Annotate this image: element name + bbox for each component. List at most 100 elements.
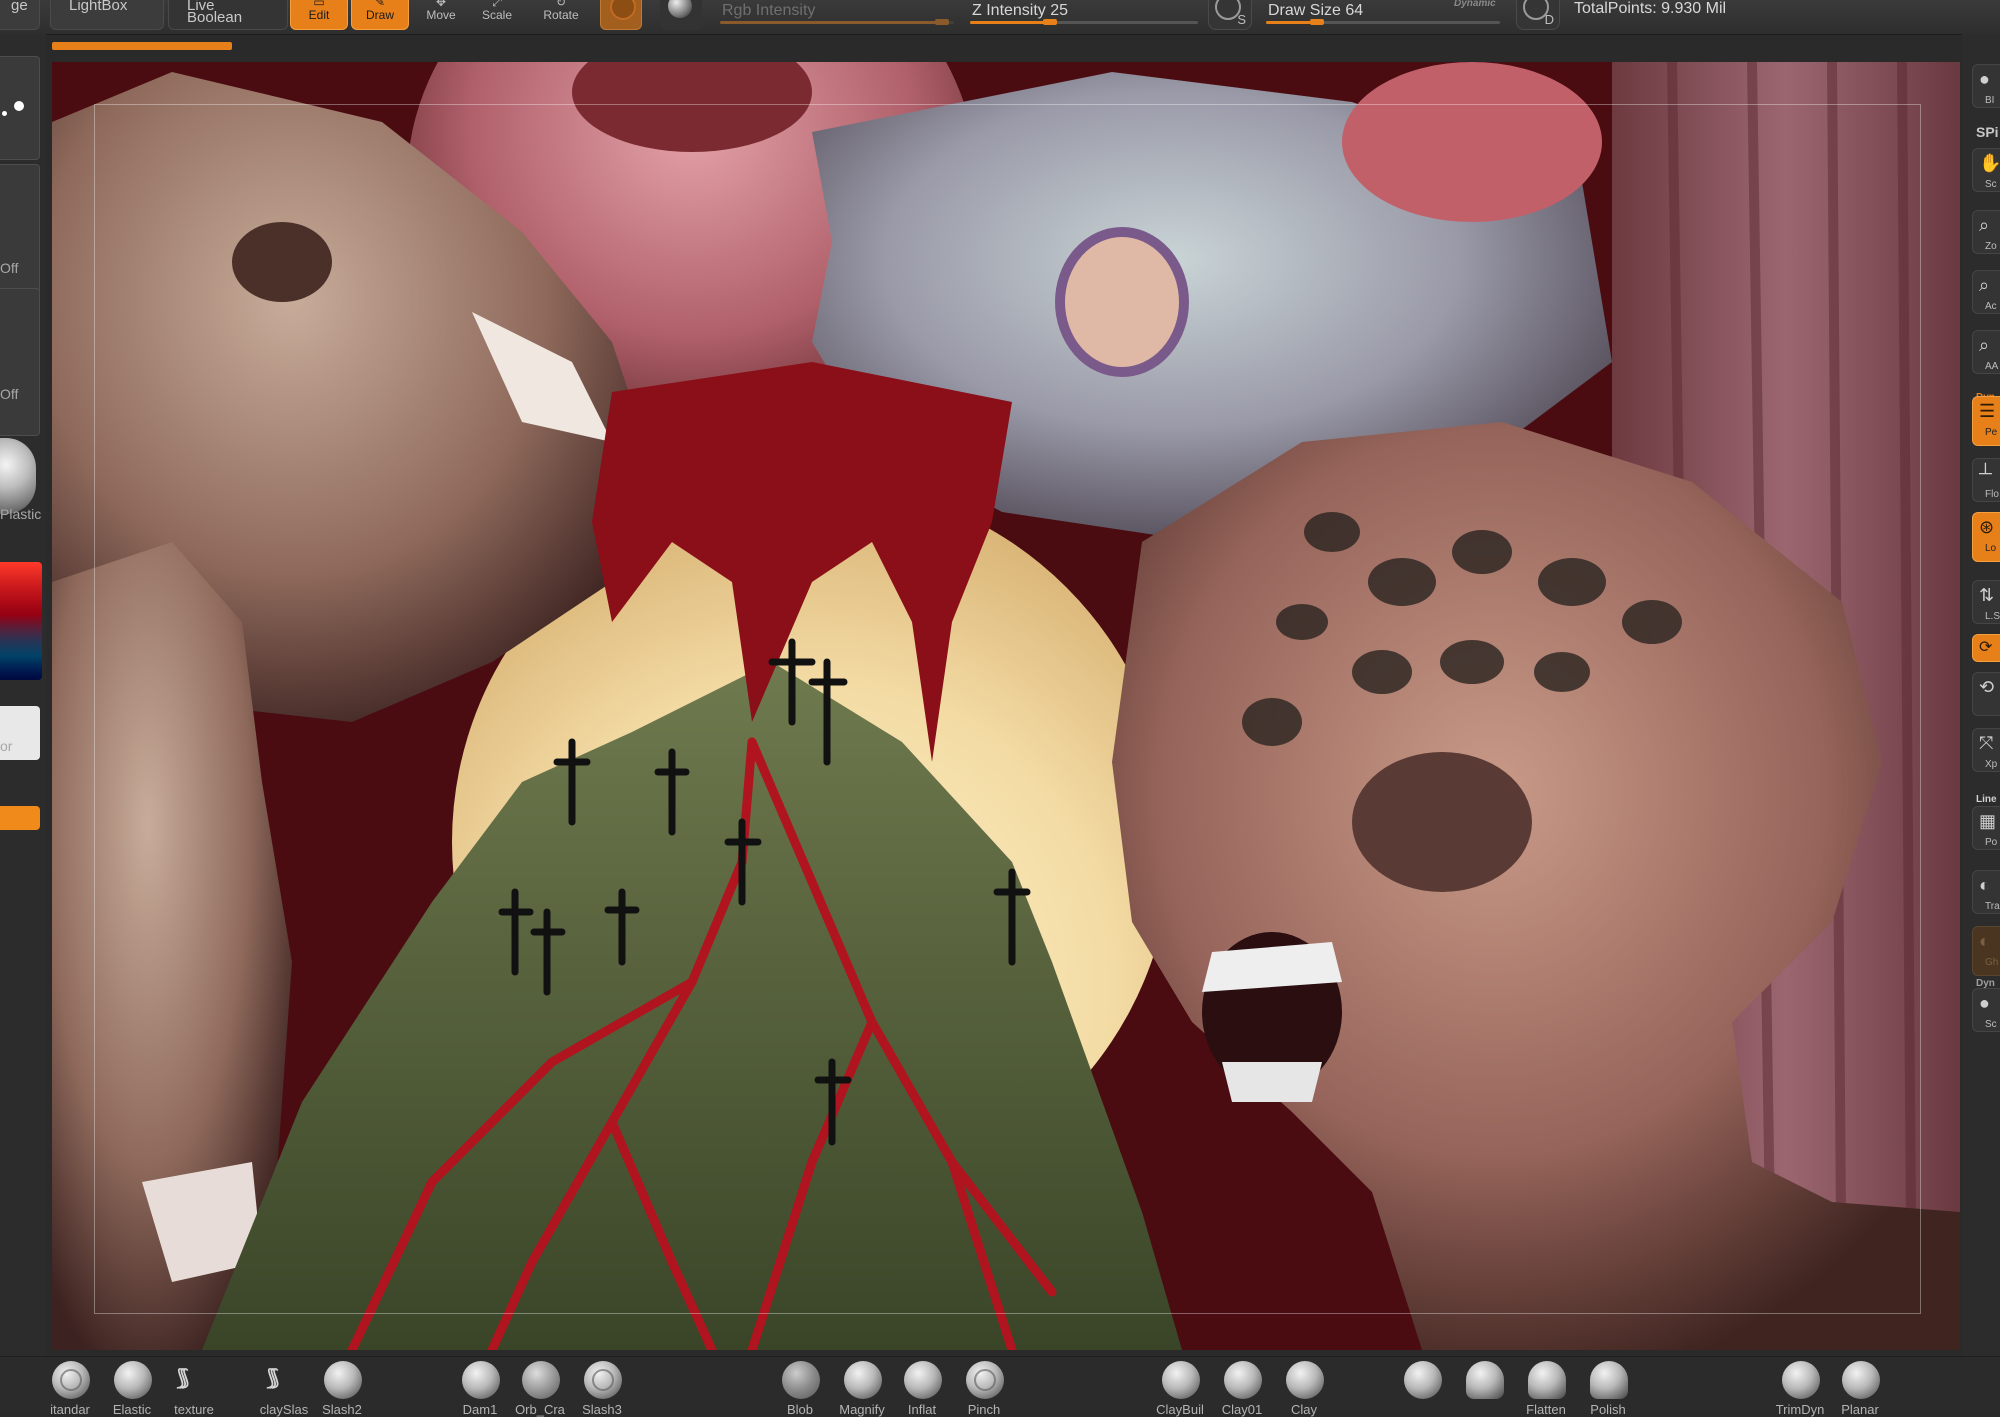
rgb-intensity-track bbox=[720, 19, 954, 25]
bpr-button[interactable]: ● BI bbox=[1972, 64, 2000, 108]
brush-inflate[interactable]: Inflat bbox=[892, 1361, 952, 1417]
brush-pinch[interactable]: Pinch bbox=[954, 1361, 1014, 1417]
transp-button[interactable]: ◐ Tra bbox=[1972, 870, 2000, 914]
floor-icon: ┴ bbox=[1979, 463, 1992, 483]
lsym-button[interactable]: ⇅ L.S bbox=[1972, 580, 2000, 624]
brush-orb-cracks[interactable]: Orb_Cra bbox=[510, 1361, 570, 1417]
hand-icon: ✋ bbox=[1979, 153, 2000, 173]
elastic-brush-icon bbox=[114, 1361, 152, 1399]
material-sphere-icon[interactable] bbox=[0, 438, 36, 514]
persp-icon: ☰ bbox=[1979, 401, 1996, 421]
brush-slash3[interactable]: Slash3 bbox=[572, 1361, 632, 1417]
pinch-brush-icon bbox=[966, 1361, 1004, 1399]
right-tray: ●BI SPi ✋Sc ⌕Zo ⌕Ac ⌕AA Dyn ☰Pe ┴Flo ⊛Lo… bbox=[1962, 34, 2000, 1374]
brush-label: Orb_Cra bbox=[515, 1402, 565, 1417]
brush-label: Inflat bbox=[907, 1402, 937, 1417]
brush-magnify[interactable]: Magnify bbox=[832, 1361, 892, 1417]
material-label: Plastic bbox=[0, 506, 42, 522]
brush-alpha-button[interactable] bbox=[0, 56, 40, 160]
brush-texture[interactable]: texture bbox=[164, 1361, 224, 1417]
xpose-button[interactable]: ⤧ Xp bbox=[1972, 728, 2000, 772]
zoom-icon: ⌕ bbox=[1979, 215, 1990, 235]
progress-bar bbox=[52, 42, 232, 50]
lightbox-button[interactable]: LightBox bbox=[50, 0, 164, 30]
local-button[interactable]: ⊛ Lo bbox=[1972, 512, 2000, 562]
left-cut-label: ge bbox=[11, 0, 28, 14]
z-intensity-label: Z Intensity 25 bbox=[972, 2, 1069, 19]
aahalf-icon: ⌕ bbox=[1979, 335, 1990, 355]
dam1-brush-icon bbox=[462, 1361, 500, 1399]
brush-trimdynamic[interactable]: TrimDyn bbox=[1770, 1361, 1830, 1417]
top-shelf: ge LightBox Live Boolean ▭ Edit ✎ Draw ✥… bbox=[0, 0, 2000, 35]
spin-button[interactable]: ⟲ bbox=[1972, 672, 2000, 716]
color-picker[interactable] bbox=[0, 562, 42, 680]
standard-brush-icon bbox=[52, 1361, 90, 1399]
d-focal-key: D bbox=[1544, 12, 1554, 27]
brush-clay01[interactable]: Clay01 bbox=[1212, 1361, 1272, 1417]
flat-brush-icon bbox=[1466, 1361, 1504, 1399]
polyf-label: Po bbox=[1985, 837, 1998, 848]
magnify-brush-icon bbox=[844, 1361, 882, 1399]
brush-polish[interactable]: Polish bbox=[1578, 1361, 1638, 1417]
brush-label: Magnify bbox=[839, 1402, 885, 1417]
brush-unnamed-2[interactable] bbox=[1454, 1361, 1514, 1412]
scroll-button[interactable]: ✋ Sc bbox=[1972, 148, 2000, 192]
live-boolean-button[interactable]: Live Boolean bbox=[168, 0, 288, 30]
material-mode-button[interactable] bbox=[660, 0, 702, 30]
brush-planar[interactable]: Planar bbox=[1830, 1361, 1890, 1417]
rgb-intensity-knob[interactable] bbox=[935, 19, 950, 25]
brush-flatten[interactable]: Flatten bbox=[1516, 1361, 1576, 1417]
move-mode-button[interactable]: ✥ Move bbox=[412, 0, 470, 30]
rotate-label: Rotate bbox=[543, 8, 579, 22]
edit-icon: ▭ bbox=[313, 0, 325, 9]
gyro-button[interactable]: ⟳ bbox=[1972, 634, 2000, 662]
d-focal-button[interactable]: D bbox=[1516, 0, 1560, 30]
z-intensity-knob[interactable] bbox=[1042, 19, 1057, 25]
brush-label: claySlas bbox=[259, 1402, 309, 1417]
edit-mode-button[interactable]: ▭ Edit bbox=[290, 0, 348, 30]
solo-button[interactable]: ● Sc bbox=[1972, 988, 2000, 1032]
gyro-icon: ⟳ bbox=[1979, 639, 1993, 656]
left-cut-button[interactable]: ge bbox=[0, 0, 40, 30]
brush-clay[interactable]: Clay bbox=[1274, 1361, 1334, 1417]
persp-button[interactable]: ☰ Pe bbox=[1972, 396, 2000, 446]
rgb-intensity-slider[interactable]: Rgb Intensity bbox=[716, 0, 960, 30]
brush-label: Flatten bbox=[1526, 1402, 1566, 1417]
brush-elastic[interactable]: Elastic bbox=[102, 1361, 162, 1417]
z-intensity-slider[interactable]: Z Intensity 25 bbox=[966, 0, 1204, 30]
draw-icon: ✎ bbox=[374, 0, 386, 9]
s-size-button[interactable]: S bbox=[1208, 0, 1252, 30]
draw-size-slider[interactable]: Draw Size 64 Dynamic bbox=[1262, 0, 1506, 30]
brush-dam1[interactable]: Dam1 bbox=[450, 1361, 510, 1417]
dynamic-size-toggle[interactable]: Dynamic bbox=[1454, 0, 1496, 9]
brush-blob[interactable]: Blob bbox=[770, 1361, 830, 1417]
zoom-button[interactable]: ⌕ Zo bbox=[1972, 210, 2000, 254]
color-label: or bbox=[0, 738, 13, 754]
brush-clayslash[interactable]: claySlas bbox=[254, 1361, 314, 1417]
brush-slash2[interactable]: Slash2 bbox=[312, 1361, 372, 1417]
dots-icon bbox=[14, 101, 24, 111]
alpha-button[interactable] bbox=[0, 288, 40, 436]
s-size-key: S bbox=[1237, 12, 1246, 27]
polyf-button[interactable]: ▦ Po bbox=[1972, 806, 2000, 850]
aahalf-button[interactable]: ⌕ AA bbox=[1972, 330, 2000, 374]
scale-mode-button[interactable]: ⤢ Scale bbox=[468, 0, 526, 30]
transp-icon: ◐ bbox=[1979, 875, 1990, 895]
scale-icon: ⤢ bbox=[492, 0, 502, 9]
brush-unnamed-1[interactable] bbox=[1392, 1361, 1452, 1412]
brush-claybuildup[interactable]: ClayBuil bbox=[1150, 1361, 1210, 1417]
brush-label: Slash3 bbox=[582, 1402, 622, 1417]
brush-label: texture bbox=[174, 1402, 214, 1417]
draw-mode-button[interactable]: ✎ Draw bbox=[351, 0, 409, 30]
draw-size-label: Draw Size 64 bbox=[1268, 2, 1364, 19]
draw-size-knob[interactable] bbox=[1310, 19, 1325, 25]
rotate-mode-button[interactable]: ↻ Rotate bbox=[532, 0, 590, 30]
floor-button[interactable]: ┴ Flo bbox=[1972, 458, 2000, 502]
viewport-canvas[interactable] bbox=[52, 62, 1960, 1350]
brush-standard[interactable]: itandar bbox=[40, 1361, 100, 1417]
mrgb-toggle-button[interactable] bbox=[600, 0, 642, 30]
ghost-button[interactable]: ◐ Gh bbox=[1972, 926, 2000, 976]
actual-button[interactable]: ⌕ Ac bbox=[1972, 270, 2000, 314]
live-boolean-label: Live Boolean bbox=[187, 0, 243, 26]
secondary-color-swatch[interactable] bbox=[0, 806, 40, 830]
